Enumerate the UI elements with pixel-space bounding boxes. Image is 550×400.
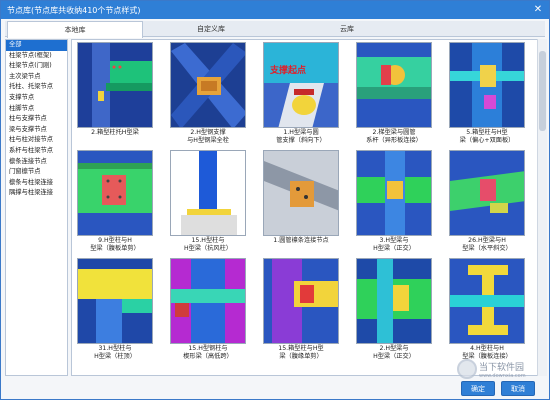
node-caption-line2: 楔形梁（高低跨） — [183, 353, 233, 360]
gallery-scrollbar[interactable] — [537, 39, 547, 376]
sidebar-item[interactable]: 主次梁节点 — [6, 72, 67, 83]
node-card[interactable]: 9.H型柱与H 型梁（腹板单剪） — [77, 150, 155, 253]
node-thumbnail[interactable] — [263, 258, 339, 344]
sidebar-item[interactable]: 柱与支撑节点 — [6, 114, 67, 125]
node-card[interactable]: 1.圆管檩条连接节点 — [263, 150, 341, 245]
sidebar-item[interactable]: 门窗檩节点 — [6, 167, 67, 178]
sidebar-item[interactable]: 全部 — [6, 40, 67, 51]
node-caption-line1: 2.H型梁与 — [379, 345, 409, 352]
node-caption-line2: H型梁（抗风柱） — [184, 245, 232, 252]
node-thumbnail[interactable] — [170, 258, 246, 344]
node-thumbnail[interactable] — [77, 42, 153, 128]
node-card[interactable]: 支撑起点 1.H型梁与圆 管支撑（斜向下） — [263, 42, 341, 145]
node-library-window: 节点库(节点库共收纳410个节点样式) ✕ 本地库 自定义库 云库 全部 柱梁节点… — [0, 0, 550, 400]
node-thumbnail[interactable] — [170, 150, 246, 236]
node-caption-line1: 2.H型钢支撑 — [190, 129, 226, 136]
watermark-icon — [457, 359, 477, 379]
node-gallery: 2.箱型柱托H型梁 2.H型钢支撑 与H型钢梁全栓 支撑起点 1.H型梁与圆 管支撑（斜向… — [71, 39, 547, 376]
node-caption-line2: 型梁（腹板单剪） — [90, 245, 140, 252]
node-caption-line2: H型梁（正交） — [373, 353, 415, 360]
category-list: 全部 柱梁节点(框架) 柱梁节点(门刚) 主次梁节点 托柱、托梁节点 支撑节点 柱脚节点 柱与… — [5, 39, 68, 376]
watermark-text: 当下软件园 — [479, 363, 525, 373]
node-thumbnail[interactable] — [170, 42, 246, 128]
node-card[interactable]: 2.梯型梁与圆管 系杆（异形板连接） — [356, 42, 434, 145]
sidebar-item[interactable]: 隅撑与柱梁连接 — [6, 188, 67, 199]
node-card[interactable]: 2.H型梁与 H型梁（正交） — [356, 258, 434, 361]
node-card[interactable]: 15.H型柱与 H型梁（抗风柱） — [170, 150, 248, 253]
node-caption-line1: 15.H型钢柱与 — [188, 345, 228, 352]
node-caption-line2: H型梁（柱顶） — [94, 353, 136, 360]
node-card[interactable]: 2.箱型柱托H型梁 — [77, 42, 155, 137]
node-caption-line1: 3.H型梁与 — [379, 237, 409, 244]
node-card[interactable]: 5.箱型柱与H型 梁（偏心+双面板） — [449, 42, 527, 145]
sidebar-item[interactable]: 檩条连接节点 — [6, 157, 67, 168]
node-card[interactable]: 15.H型钢柱与 楔形梁（高低跨） — [170, 258, 248, 361]
watermark-logo: 当下软件园 www.downxia.com — [455, 357, 549, 397]
node-caption-line1: 15.箱型柱与H型 — [278, 345, 324, 352]
node-caption-line1: 9.H型柱与H — [98, 237, 132, 244]
watermark-url: www.downxia.com — [479, 373, 526, 379]
sidebar-item[interactable]: 柱梁节点(框架) — [6, 51, 67, 62]
node-thumbnail[interactable] — [449, 42, 525, 128]
node-thumbnail[interactable]: 支撑起点 — [263, 42, 339, 128]
node-caption-line2: 梁（腹缘单剪） — [279, 353, 323, 360]
node-thumbnail[interactable] — [77, 150, 153, 236]
node-caption-line2: 梁（偏心+双面板） — [459, 137, 515, 144]
node-thumbnail[interactable] — [449, 258, 525, 344]
window-title: 节点库(节点库共收纳410个节点样式) — [7, 6, 141, 15]
node-caption-line1: 1.H型梁与圆 — [283, 129, 319, 136]
node-thumbnail[interactable] — [356, 42, 432, 128]
sidebar-item[interactable]: 梁与支撑节点 — [6, 125, 67, 136]
node-thumbnail[interactable] — [356, 150, 432, 236]
sidebar-item[interactable]: 系杆与柱梁节点 — [6, 146, 67, 157]
node-card[interactable]: 3.H型梁与 H型梁（正交） — [356, 150, 434, 253]
node-thumbnail[interactable] — [77, 258, 153, 344]
node-caption-line1: 5.箱型柱与H型 — [466, 129, 508, 136]
sidebar-item[interactable]: 支撑节点 — [6, 93, 67, 104]
scrollbar-thumb[interactable] — [539, 51, 546, 131]
node-card[interactable]: 26.H型梁与H 型梁（水平斜交） — [449, 150, 527, 253]
node-caption-line2: 管支撑（斜向下） — [276, 137, 326, 144]
tab-cloud-library[interactable]: 云库 — [279, 21, 415, 37]
node-caption-line1: 1.圆管檩条连接节点 — [273, 237, 329, 244]
tab-local-library[interactable]: 本地库 — [7, 21, 143, 38]
node-card[interactable]: 4.H型柱与H 型梁（腹板连接） — [449, 258, 527, 361]
close-icon[interactable]: ✕ — [531, 3, 545, 17]
sidebar-item[interactable]: 檩条与柱梁连接 — [6, 178, 67, 189]
sidebar-item[interactable]: 托柱、托梁节点 — [6, 82, 67, 93]
node-caption-line1: 2.梯型梁与圆管 — [372, 129, 416, 136]
node-caption-line2: H型梁（正交） — [373, 245, 415, 252]
title-bar[interactable]: 节点库(节点库共收纳410个节点样式) ✕ — [1, 1, 549, 19]
node-card[interactable]: 15.箱型柱与H型 梁（腹缘单剪） — [263, 258, 341, 361]
node-caption-line1: 31.H型柱与 — [98, 345, 132, 352]
node-caption-line2: 系杆（异形板连接） — [366, 137, 422, 144]
tab-custom-library[interactable]: 自定义库 — [143, 21, 279, 37]
sidebar-item[interactable]: 柱脚节点 — [6, 104, 67, 115]
node-caption-line1: 26.H型梁与H — [468, 237, 506, 244]
node-caption-line1: 4.H型柱与H — [470, 345, 504, 352]
sidebar-item[interactable]: 柱梁节点(门刚) — [6, 61, 67, 72]
node-card[interactable]: 2.H型钢支撑 与H型钢梁全栓 — [170, 42, 248, 145]
sidebar-item[interactable]: 柱与柱对接节点 — [6, 135, 67, 146]
node-card[interactable]: 31.H型柱与 H型梁（柱顶） — [77, 258, 155, 361]
node-caption-line1: 15.H型柱与 — [191, 237, 225, 244]
node-thumbnail[interactable] — [356, 258, 432, 344]
thumbnail-overlay-text: 支撑起点 — [270, 66, 307, 76]
node-caption-line2: 型梁（水平斜交） — [462, 245, 512, 252]
node-thumbnail[interactable] — [449, 150, 525, 236]
node-thumbnail[interactable] — [263, 150, 339, 236]
library-tabs: 本地库 自定义库 云库 — [5, 21, 545, 38]
node-caption-line2: 与H型钢梁全栓 — [187, 137, 229, 144]
node-caption-line1: 2.箱型柱托H型梁 — [91, 129, 139, 136]
